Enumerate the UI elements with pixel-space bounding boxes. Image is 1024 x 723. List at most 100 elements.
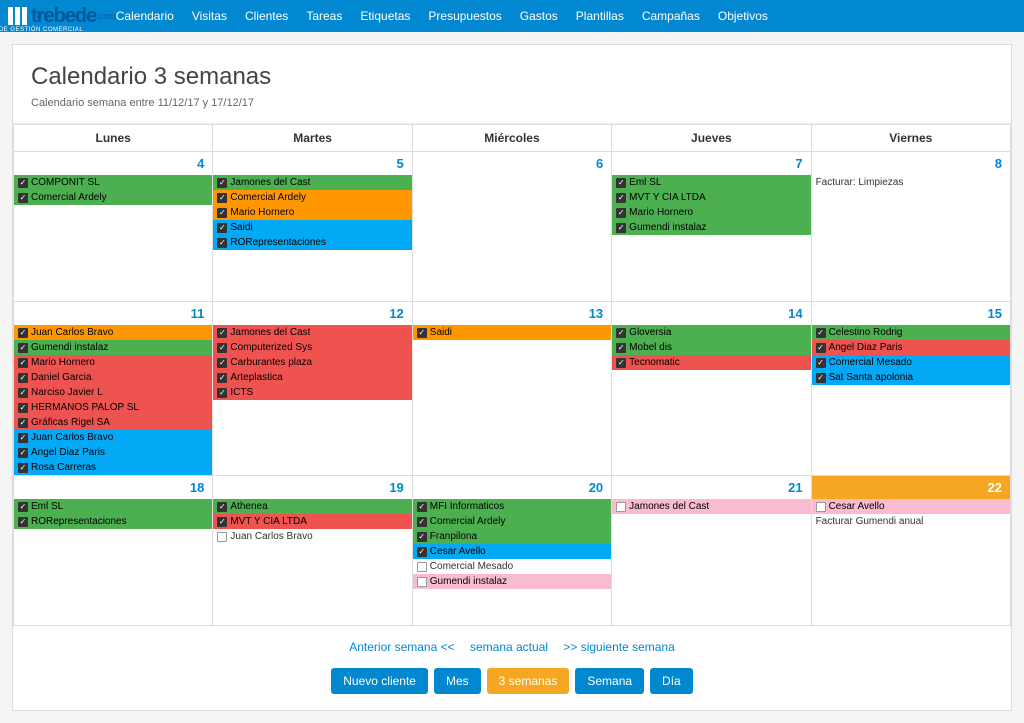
nav-item-tareas[interactable]: Tareas [306,9,342,23]
calendar-event[interactable]: ✓Sat Santa apolonia [812,370,1010,385]
calendar-event[interactable]: ✓Jamones del Cast [213,175,411,190]
calendar-event[interactable]: Gumendi instalaz [413,574,611,589]
calendar-event[interactable]: ✓COMPONIT SL [14,175,212,190]
calendar-event[interactable]: ✓Celestino Rodrig [812,325,1010,340]
day-number[interactable]: 6 [413,152,611,175]
check-icon[interactable]: ✓ [217,178,227,188]
day-cell[interactable]: 20✓MFI Informaticos✓Comercial Ardely✓Fra… [412,476,611,626]
day-cell[interactable]: 22Cesar AvelloFacturar Gumendi anual [811,476,1010,626]
day-number[interactable]: 7 [612,152,810,175]
day-number[interactable]: 18 [14,476,212,499]
nav-item-etiquetas[interactable]: Etiquetas [360,9,410,23]
calendar-event[interactable]: ✓Eml SL [612,175,810,190]
check-icon[interactable]: ✓ [816,328,826,338]
check-icon[interactable]: ✓ [217,208,227,218]
check-icon[interactable]: ✓ [816,343,826,353]
view-btn-nuevo-cliente[interactable]: Nuevo cliente [331,668,428,694]
check-icon[interactable]: ✓ [217,223,227,233]
check-icon[interactable]: ✓ [18,193,28,203]
calendar-event[interactable]: ✓Gumendi instalaz [612,220,810,235]
check-icon[interactable]: ✓ [18,373,28,383]
day-cell[interactable]: 18✓Eml SL✓RORepresentaciones [14,476,213,626]
check-icon[interactable]: ✓ [18,403,28,413]
check-icon[interactable]: ✓ [417,502,427,512]
check-icon[interactable]: ✓ [616,193,626,203]
check-icon[interactable]: ✓ [18,463,28,473]
view-btn-mes[interactable]: Mes [434,668,481,694]
check-icon[interactable]: ✓ [616,178,626,188]
unchecked-icon[interactable] [417,577,427,587]
calendar-event[interactable]: ✓Mario Hornero [14,355,212,370]
check-icon[interactable]: ✓ [816,373,826,383]
nav-item-objetivos[interactable]: Objetivos [718,9,768,23]
check-icon[interactable]: ✓ [18,502,28,512]
check-icon[interactable]: ✓ [18,328,28,338]
calendar-event[interactable]: Jamones del Cast [612,499,810,514]
check-icon[interactable]: ✓ [18,178,28,188]
check-icon[interactable]: ✓ [18,343,28,353]
day-number[interactable]: 22 [812,476,1010,499]
unchecked-icon[interactable] [616,502,626,512]
calendar-event[interactable]: ✓Eml SL [14,499,212,514]
calendar-event[interactable]: ✓Mario Hornero [213,205,411,220]
day-cell[interactable]: 5✓Jamones del Cast✓Comercial Ardely✓Mari… [213,152,412,302]
day-cell[interactable]: 11✓Juan Carlos Bravo✓Gumendi instalaz✓Ma… [14,302,213,476]
check-icon[interactable]: ✓ [417,532,427,542]
day-number[interactable]: 8 [812,152,1010,175]
calendar-event[interactable]: ✓Rosa Carreras [14,460,212,475]
calendar-event[interactable]: ✓Narciso Javier L [14,385,212,400]
nav-item-gastos[interactable]: Gastos [520,9,558,23]
day-number[interactable]: 15 [812,302,1010,325]
calendar-event[interactable]: ✓Tecnomatic [612,355,810,370]
check-icon[interactable]: ✓ [217,193,227,203]
calendar-event[interactable]: ✓MVT Y CIA LTDA [213,514,411,529]
calendar-event[interactable]: ✓Comercial Ardely [14,190,212,205]
check-icon[interactable]: ✓ [18,358,28,368]
calendar-event[interactable]: ✓Athenea [213,499,411,514]
check-icon[interactable]: ✓ [217,517,227,527]
calendar-event[interactable]: Cesar Avello [812,499,1010,514]
check-icon[interactable]: ✓ [18,433,28,443]
check-icon[interactable]: ✓ [217,238,227,248]
prev-week-link[interactable]: Anterior semana << [349,640,454,654]
day-number[interactable]: 14 [612,302,810,325]
check-icon[interactable]: ✓ [616,358,626,368]
calendar-event[interactable]: Comercial Mesado [413,559,611,574]
view-btn-3-semanas[interactable]: 3 semanas [487,668,570,694]
unchecked-icon[interactable] [816,502,826,512]
day-cell[interactable]: 7✓Eml SL✓MVT Y CIA LTDA✓Mario Hornero✓Gu… [612,152,811,302]
day-cell[interactable]: 4✓COMPONIT SL✓Comercial Ardely [14,152,213,302]
brand-logo[interactable]: trebede .com PROGRAMA DE GESTIÓN COMERCI… [8,5,116,28]
calendar-event[interactable]: ✓HERMANOS PALOP SL [14,400,212,415]
check-icon[interactable]: ✓ [816,358,826,368]
calendar-event[interactable]: ✓Computerized Sys [213,340,411,355]
day-cell[interactable]: 21Jamones del Cast [612,476,811,626]
calendar-event[interactable]: ✓ICTS [213,385,411,400]
check-icon[interactable]: ✓ [217,358,227,368]
check-icon[interactable]: ✓ [217,388,227,398]
calendar-event[interactable]: ✓MFI Informaticos [413,499,611,514]
day-cell[interactable]: 12✓Jamones del Cast✓Computerized Sys✓Car… [213,302,412,476]
calendar-event[interactable]: ✓Comercial Mesado [812,355,1010,370]
day-cell[interactable]: 15✓Celestino Rodrig✓Angel Diaz Paris✓Com… [811,302,1010,476]
nav-item-visitas[interactable]: Visitas [192,9,227,23]
calendar-event[interactable]: ✓RORepresentaciones [213,235,411,250]
day-cell[interactable]: 8Facturar: Limpiezas [811,152,1010,302]
check-icon[interactable]: ✓ [417,547,427,557]
calendar-event[interactable]: ✓Arteplastica [213,370,411,385]
calendar-event[interactable]: ✓RORepresentaciones [14,514,212,529]
day-cell[interactable]: 14✓Gloversia✓Mobel dis✓Tecnomatic [612,302,811,476]
check-icon[interactable]: ✓ [616,343,626,353]
nav-item-calendario[interactable]: Calendario [116,9,174,23]
check-icon[interactable]: ✓ [616,223,626,233]
calendar-event[interactable]: ✓Franpilona [413,529,611,544]
calendar-event[interactable]: ✓Comercial Ardely [213,190,411,205]
calendar-event[interactable]: Facturar Gumendi anual [812,514,1010,529]
unchecked-icon[interactable] [217,532,227,542]
calendar-event[interactable]: ✓Gumendi instalaz [14,340,212,355]
calendar-event[interactable]: ✓Gráficas Rigel SA [14,415,212,430]
nav-item-campañas[interactable]: Campañas [642,9,700,23]
day-number[interactable]: 4 [14,152,212,175]
day-cell[interactable]: 13✓Saidi [412,302,611,476]
day-number[interactable]: 12 [213,302,411,325]
